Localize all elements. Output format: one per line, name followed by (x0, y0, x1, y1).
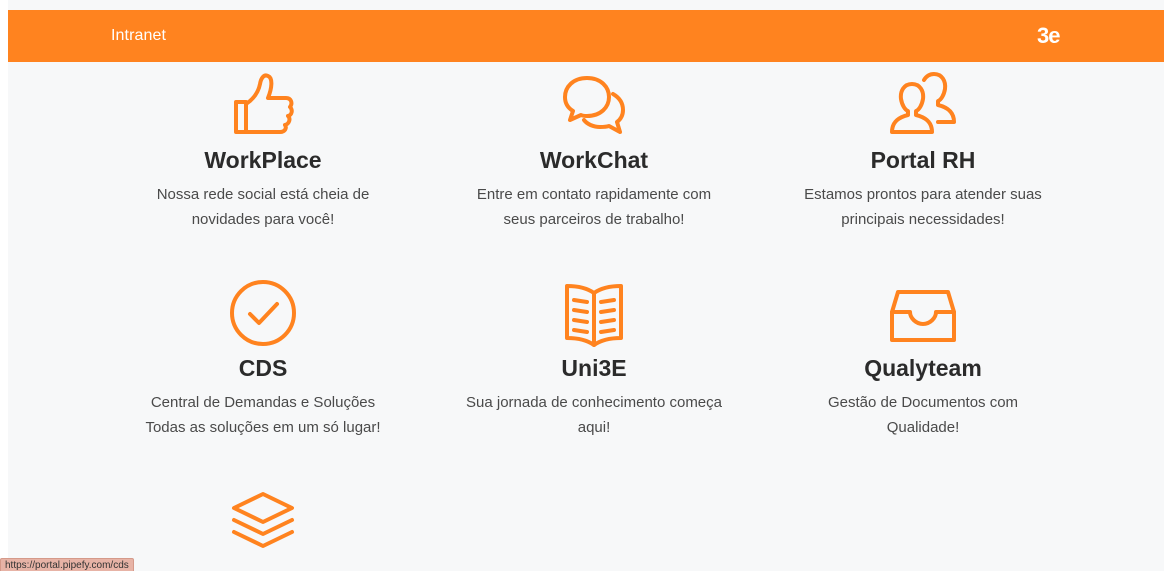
card-cds[interactable]: CDS Central de Demandas e Soluções Todas… (113, 278, 413, 440)
card-portal-rh[interactable]: Portal RH Estamos prontos para atender s… (773, 70, 1073, 232)
card-description: Gestão de Documentos com Qualidade! (827, 394, 1019, 436)
brand-title[interactable]: Intranet (111, 27, 166, 45)
top-navbar: Intranet 3e (8, 10, 1164, 62)
open-book-icon (444, 278, 744, 348)
card-qualyteam[interactable]: Qualyteam Gestão de Documentos com Quali… (773, 278, 1073, 440)
link-preview-statusbar: https://portal.pipefy.com/cds (0, 558, 134, 571)
card-description: Sua jornada de conhecimento começa aqui! (466, 394, 722, 436)
card-title: WorkChat (539, 147, 649, 173)
users-icon (773, 70, 1073, 140)
layers-icon (113, 488, 413, 558)
card-title: Uni3E (561, 355, 627, 381)
chat-bubbles-icon (444, 70, 744, 140)
thumbs-up-icon (113, 70, 413, 140)
card-title: Qualyteam (864, 355, 982, 381)
card-description: Estamos prontos para atender suas princi… (804, 186, 1042, 228)
card-workchat[interactable]: WorkChat Entre em contato rapidamente co… (444, 70, 744, 232)
intranet-page: Intranet 3e WorkPlace Nossa rede social … (0, 0, 1164, 571)
left-gutter (0, 0, 8, 571)
card-description: Central de Demandas e Soluções Todas as … (145, 394, 381, 436)
card-title: WorkPlace (204, 147, 322, 173)
card-title: CDS (238, 355, 288, 381)
card-layers[interactable] (113, 488, 413, 558)
card-title: Portal RH (870, 147, 976, 173)
card-description: Nossa rede social está cheia de novidade… (156, 186, 370, 228)
inbox-tray-icon (773, 278, 1073, 348)
check-circle-icon (113, 278, 413, 348)
logo-3e[interactable]: 3e (1037, 23, 1061, 49)
card-description: Entre em contato rapidamente com seus pa… (476, 186, 712, 228)
card-workplace[interactable]: WorkPlace Nossa rede social está cheia d… (113, 70, 413, 232)
card-uni3e[interactable]: Uni3E Sua jornada de conhecimento começa… (444, 278, 744, 440)
